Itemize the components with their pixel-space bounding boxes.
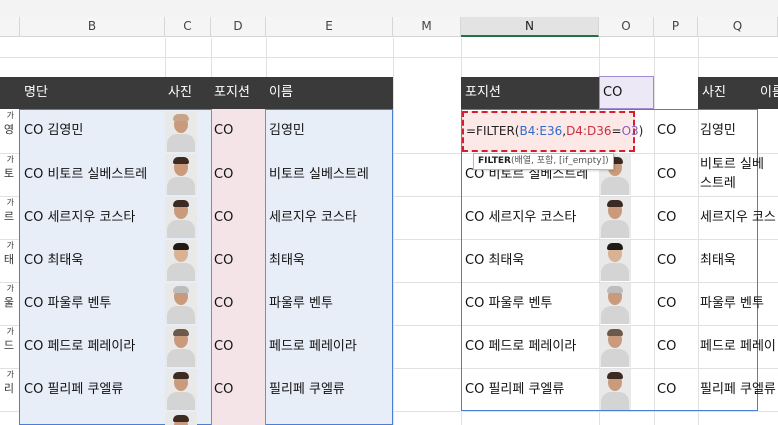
header-position[interactable]: 포지션	[214, 77, 250, 109]
right-header-position[interactable]: 포지션	[465, 77, 501, 109]
filter-name-cell[interactable]: 비토르 실베스트레	[700, 155, 766, 193]
roster-cell[interactable]: CO 필리페 쿠엘류	[24, 368, 123, 411]
filter-name-cell[interactable]: 최태욱	[700, 239, 736, 282]
name-cell[interactable]: 세르지우 코스타	[269, 196, 357, 239]
gridline	[0, 57, 778, 58]
filter-result-cell[interactable]: CO 필리페 쿠엘류	[465, 368, 564, 411]
player-photo[interactable]	[599, 240, 631, 281]
column-header-c[interactable]: C	[165, 17, 211, 37]
row-fragment: 가영	[3, 111, 14, 136]
row-fragment: 가토	[3, 155, 14, 180]
player-photo[interactable]	[165, 283, 197, 324]
player-photo[interactable]	[165, 240, 197, 281]
ribbon-strip	[0, 0, 778, 17]
column-header-p[interactable]: P	[654, 17, 698, 37]
player-photo[interactable]	[165, 412, 197, 425]
roster-cell[interactable]: CO 세르지우 코스타	[24, 196, 135, 239]
filter-position-cell[interactable]: CO	[657, 153, 676, 196]
filter-position-cell[interactable]: CO	[657, 282, 676, 325]
column-header-e[interactable]: E	[266, 17, 393, 37]
roster-cell[interactable]: CO 페드로 페레이라	[24, 325, 135, 368]
header-photo[interactable]: 사진	[168, 77, 192, 109]
position-cell[interactable]: CO	[214, 196, 233, 239]
column-header-d[interactable]: D	[211, 17, 266, 37]
roster-cell[interactable]: CO 파울루 벤투	[24, 282, 111, 325]
header-roster[interactable]: 명단	[24, 77, 48, 109]
name-cell[interactable]: 필리페 쿠엘류	[269, 368, 345, 411]
player-photo[interactable]	[599, 197, 631, 238]
left-table-header-band	[0, 77, 393, 109]
column-header-m[interactable]: M	[393, 17, 461, 37]
filter-result-cell[interactable]: CO 파울루 벤투	[465, 282, 552, 325]
header-name[interactable]: 이름	[269, 77, 293, 109]
row-fragment: 가리	[3, 370, 14, 395]
filter-position-cell[interactable]: CO	[657, 325, 676, 368]
formula-equals: =	[611, 124, 622, 138]
player-photo[interactable]	[165, 197, 197, 238]
right-header-name[interactable]: 이름	[760, 77, 778, 109]
position-cell[interactable]: CO	[214, 239, 233, 282]
right-header-photo[interactable]: 사진	[702, 77, 726, 109]
player-photo[interactable]	[599, 283, 631, 324]
name-cell[interactable]: 페드로 페레이라	[269, 325, 357, 368]
column-header-b[interactable]: B	[20, 17, 165, 37]
formula-prefix: =FILTER(	[466, 124, 520, 138]
player-photo[interactable]	[165, 326, 197, 367]
player-photo[interactable]	[599, 326, 631, 367]
column-header-q[interactable]: Q	[698, 17, 778, 37]
name-cell[interactable]: 김영민	[269, 109, 305, 152]
filter-result-cell[interactable]: CO 최태욱	[465, 239, 524, 282]
filter-name-cell[interactable]: 필리페 쿠엘류	[700, 368, 776, 411]
filter-name-cell[interactable]: 파울루 벤투	[700, 282, 764, 325]
row-fragment: 가울	[3, 284, 14, 309]
filter-result-cell[interactable]: CO 페드로 페레이라	[465, 325, 576, 368]
position-cell[interactable]: CO	[214, 368, 233, 411]
roster-cell[interactable]: CO 비토르 실베스트레	[24, 153, 147, 196]
formula-edit-cell[interactable]: =FILTER(B4:E36,D4:D36=O3)	[462, 111, 643, 152]
filter-result-cell[interactable]: CO 세르지우 코스타	[465, 196, 576, 239]
position-cell[interactable]: CO	[214, 325, 233, 368]
player-photo[interactable]	[165, 111, 197, 152]
tooltip-args: (배열, 포함, [if_empty])	[510, 156, 609, 166]
row-fragment: 가드	[3, 327, 14, 352]
formula-range-array[interactable]: B4:E36	[519, 124, 562, 138]
filter-name-cell[interactable]: 페드로 페레이	[700, 325, 776, 368]
formula-range-include[interactable]: D4:D36	[566, 124, 611, 138]
filter-position-cell[interactable]: CO	[657, 196, 676, 239]
function-tooltip[interactable]: FILTER(배열, 포함, [if_empty])	[473, 153, 614, 170]
position-cell[interactable]: CO	[214, 282, 233, 325]
player-photo[interactable]	[165, 154, 197, 195]
name-cell[interactable]: 최태욱	[269, 239, 305, 282]
position-cell[interactable]: CO	[214, 153, 233, 196]
filter-position-cell[interactable]: CO	[657, 239, 676, 282]
column-header-a-partial[interactable]	[0, 17, 20, 37]
filter-position-cell[interactable]: CO	[657, 109, 676, 152]
criteria-value[interactable]: CO	[603, 76, 622, 109]
column-header-n[interactable]: N	[461, 17, 599, 37]
filter-position-cell[interactable]: CO	[657, 368, 676, 411]
column-header-o[interactable]: O	[599, 17, 654, 37]
player-photo[interactable]	[165, 369, 197, 410]
filter-name-cell[interactable]: 세르지우 코스	[700, 196, 776, 239]
gridline	[393, 38, 394, 425]
name-cell[interactable]: 파울루 벤투	[269, 282, 333, 325]
formula-criteria-ref[interactable]: O3	[622, 124, 639, 138]
row-fragment: 가르	[3, 198, 14, 223]
player-photo[interactable]	[599, 369, 631, 410]
position-cell[interactable]: CO	[214, 109, 233, 152]
filter-name-cell[interactable]: 김영민	[700, 109, 736, 152]
tooltip-function-name[interactable]: FILTER	[478, 156, 511, 166]
formula-suffix: )	[638, 124, 644, 138]
name-cell[interactable]: 비토르 실베스트레	[269, 153, 369, 196]
roster-cell[interactable]: CO 최태욱	[24, 239, 83, 282]
row-fragment: 가태	[3, 241, 14, 266]
roster-cell[interactable]: CO 김영민	[24, 109, 83, 152]
